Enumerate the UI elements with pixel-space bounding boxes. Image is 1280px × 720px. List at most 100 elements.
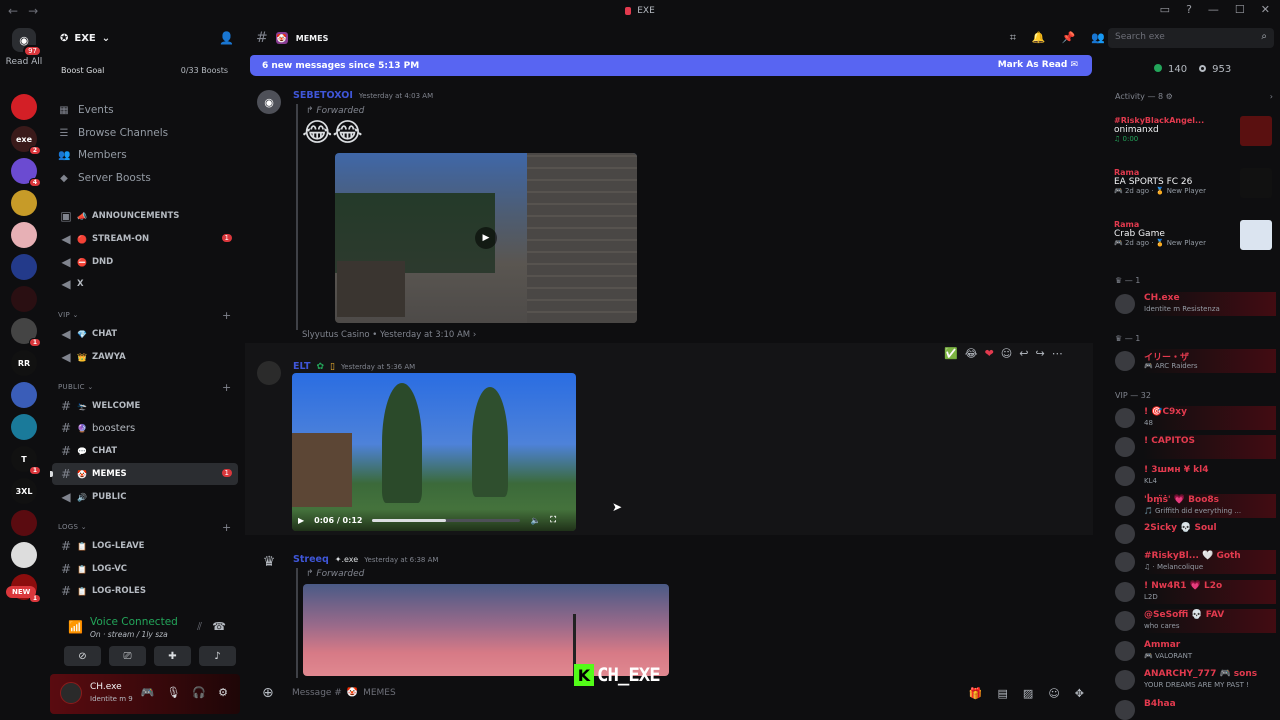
home-button[interactable]: ◉ 97 — [12, 28, 42, 57]
discord-avatar-icon[interactable]: ◉ — [257, 90, 281, 114]
member-row[interactable]: @SeSoffi 💀 FAV who cares — [1110, 609, 1276, 633]
server-icon[interactable] — [11, 190, 37, 216]
forward-arrow-icon[interactable]: → — [28, 4, 38, 18]
server-icon[interactable] — [11, 510, 37, 536]
more-options-icon[interactable]: ⋯ — [1052, 347, 1063, 360]
heart-reaction-icon[interactable]: ❤ — [985, 347, 994, 360]
activities-button[interactable]: ✚ — [154, 646, 191, 666]
screen-share-button[interactable]: ⎚ — [109, 646, 146, 666]
member-row[interactable]: イリー・ザ 🎮 ARC Raiders — [1110, 349, 1276, 373]
channel-log-vc[interactable]: # 📋 LOG-VC — [52, 558, 238, 580]
message-author[interactable]: Streeq — [293, 554, 329, 565]
channel-x[interactable]: ◀ X — [52, 273, 238, 295]
user-avatar[interactable] — [60, 682, 82, 704]
server-icon[interactable] — [11, 222, 37, 248]
threads-icon[interactable]: ⌗ — [1010, 31, 1016, 45]
channel-dnd[interactable]: ◀ ⛔ DND — [52, 251, 238, 273]
member-row[interactable]: ! 3шмн ¥ kl4 KL4 — [1110, 464, 1276, 488]
volume-icon[interactable]: 🔈 — [530, 516, 540, 525]
message-author[interactable]: ELT — [293, 361, 310, 372]
maximize-icon[interactable]: ☐ — [1235, 3, 1245, 16]
server-icon[interactable] — [11, 414, 37, 440]
channel-welcome[interactable]: # 🛬 WELCOME — [52, 395, 238, 417]
channel-log-leave[interactable]: # 📋 LOG-LEAVE — [52, 535, 238, 557]
minimize-icon[interactable]: — — [1208, 3, 1219, 16]
activity-card[interactable]: Rama Crab Game 🎮 2d ago · 🏅 New Player — [1114, 220, 1276, 250]
help-icon[interactable]: ? — [1186, 3, 1192, 16]
activity-card[interactable]: #RiskyBlackAngel... onimanxd ♫ 0:00 — [1114, 116, 1276, 146]
upload-plus-icon[interactable]: ⊕ — [262, 685, 274, 701]
activity-card[interactable]: Rama EA SPORTS FC 26 🎮 2d ago · 🏅 New Play… — [1114, 168, 1276, 198]
laugh-reaction-icon[interactable]: 😂 — [965, 347, 978, 360]
check-reaction-icon[interactable]: ✅ — [944, 347, 958, 360]
server-icon[interactable] — [11, 382, 37, 408]
chevron-right-icon[interactable]: › — [1270, 92, 1273, 101]
category-logs[interactable]: LOGS ⌄ + — [58, 521, 231, 534]
channel-zawya[interactable]: ◀ 👑 ZAWYA — [52, 346, 238, 368]
boost-goal[interactable]: Boost Goal 0/33 Boosts — [50, 66, 236, 80]
activity-header[interactable]: Activity — 8 ⚙ › — [1115, 92, 1273, 101]
apps-icon[interactable]: ✥ — [1075, 687, 1084, 700]
video-progress[interactable] — [372, 518, 521, 522]
member-row[interactable]: ! 🎯C9xy 48 — [1110, 406, 1276, 430]
video-attachment[interactable] — [303, 584, 669, 676]
inbox-icon[interactable]: ▭ — [1160, 3, 1170, 16]
server-icon[interactable]: RR — [11, 350, 37, 376]
nav-events[interactable]: ▦ Events — [58, 99, 113, 121]
crown-avatar-icon[interactable]: ♛ — [257, 554, 281, 578]
user-name[interactable]: CH.exe — [90, 682, 122, 692]
channel-log-roles[interactable]: # 📋 LOG-ROLES — [52, 580, 238, 602]
new-messages-bar[interactable]: 6 new messages since 5:13 PM Mark As Rea… — [250, 55, 1092, 76]
message-input[interactable]: Message # 🤡 MEMES — [292, 688, 396, 698]
sticker-icon[interactable]: ▨ — [1023, 687, 1033, 700]
member-row[interactable]: ANARCHY_777 🎮 sons YOUR DREAMS ARE MY PAS… — [1110, 668, 1276, 692]
member-list-icon[interactable]: 👥 — [1091, 31, 1105, 45]
video-attachment[interactable]: ▶ — [335, 153, 637, 323]
member-row[interactable]: B4haa — [1110, 698, 1276, 720]
play-icon[interactable]: ▶ — [475, 227, 497, 249]
pin-icon[interactable]: 📌 — [1062, 31, 1076, 45]
user-avatar[interactable] — [257, 361, 281, 385]
channel-boosters[interactable]: # 🔮 boosters — [52, 417, 238, 439]
category-public[interactable]: PUBLIC ⌄ + — [58, 381, 231, 394]
member-row[interactable]: Ammar 🎮 VALORANT — [1110, 639, 1276, 663]
server-icon[interactable] — [11, 286, 37, 312]
emoji-picker-icon[interactable]: ☺ — [1048, 687, 1059, 700]
camera-off-button[interactable]: ⊘ — [64, 646, 101, 666]
add-channel-icon[interactable]: + — [222, 521, 232, 534]
fullscreen-icon[interactable]: ⛶ — [550, 515, 556, 525]
member-row[interactable]: #RiskyBl... 🤍 Goth ♫ · Melancolique — [1110, 550, 1276, 574]
voice-status[interactable]: Voice Connected — [90, 616, 178, 628]
read-all-button[interactable]: Read All — [0, 57, 48, 67]
member-row[interactable]: 2Sicky 💀 Soul — [1110, 522, 1276, 546]
notification-bell-icon[interactable]: 🔔 — [1032, 31, 1046, 45]
gif-icon[interactable]: ▤ — [998, 687, 1008, 700]
server-icon[interactable]: 4 — [11, 158, 41, 187]
settings-gear-icon[interactable]: ⚙ — [218, 686, 228, 699]
forward-icon[interactable]: ↪ — [1035, 347, 1044, 360]
video-player[interactable]: ▶ 0:06 / 0:12 🔈 ⛶ — [292, 373, 576, 531]
deafen-icon[interactable]: 🎧 — [192, 686, 206, 699]
nav-server-boosts[interactable]: ◆ Server Boosts — [58, 167, 151, 189]
signal-icon[interactable]: 📶 — [68, 620, 83, 634]
member-row[interactable]: 'ḃṃ̈ṡ' 💗 Boo8s 🎵 Griffith did everything … — [1110, 494, 1276, 518]
add-reaction-icon[interactable]: ☺ — [1001, 347, 1012, 360]
play-icon[interactable]: ▶ — [298, 516, 304, 525]
member-row[interactable]: ! CAPITOS — [1110, 435, 1276, 459]
channel-stream-on[interactable]: ◀ 🔴 STREAM-ON 1 — [52, 228, 238, 250]
back-arrow-icon[interactable]: ← — [8, 4, 18, 18]
nav-members[interactable]: 👥 Members — [58, 144, 127, 166]
disconnect-icon[interactable]: ☎ — [212, 620, 226, 633]
channel-vip-chat[interactable]: ◀ 💎 CHAT — [52, 323, 238, 345]
message-author[interactable]: SEBETOXOI — [293, 90, 353, 101]
invite-people-icon[interactable]: 👤 — [219, 31, 234, 45]
channel-public-voice[interactable]: ◀ 🔊 PUBLIC — [52, 486, 238, 508]
close-icon[interactable]: ✕ — [1261, 3, 1270, 16]
search-input[interactable]: Search exe ⌕ — [1108, 28, 1274, 48]
channel-announcements[interactable]: ▣ 📣 ANNOUNCEMENTS — [52, 205, 238, 227]
server-icon[interactable] — [11, 542, 37, 568]
channel-public-chat[interactable]: # 💬 CHAT — [52, 440, 238, 462]
server-icon[interactable] — [11, 254, 37, 280]
add-channel-icon[interactable]: + — [222, 309, 232, 322]
add-channel-icon[interactable]: + — [222, 381, 232, 394]
